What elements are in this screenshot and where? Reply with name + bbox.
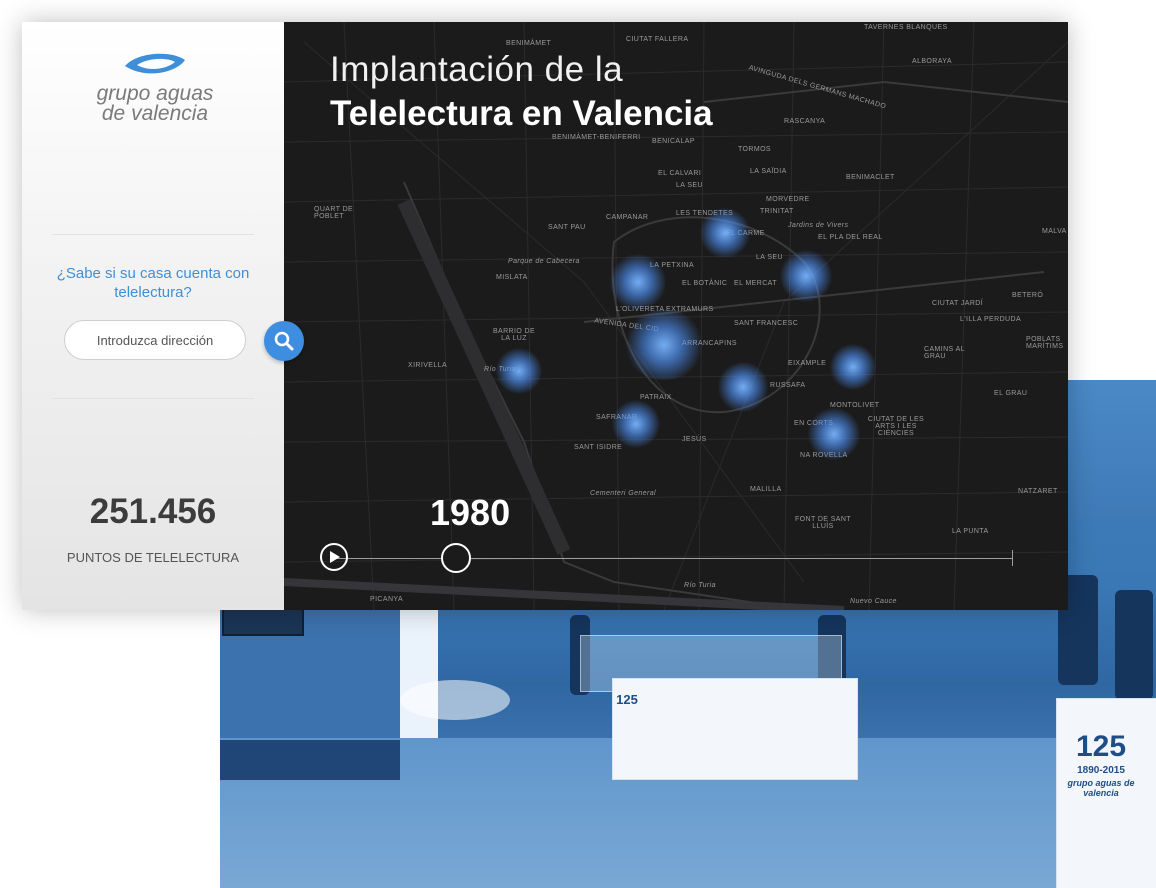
map-label: EIXAMPLE <box>788 360 827 367</box>
map-label: CAMPANAR <box>606 214 649 221</box>
city-map[interactable]: BENIMÀMET TAVERNES BLANQUES CIUTAT FALLE… <box>284 22 1068 610</box>
map-label: ALBORAYA <box>912 58 952 65</box>
map-label: LA PUNTA <box>952 528 989 535</box>
map-label: Nuevo Cauce <box>850 598 897 605</box>
meter-hotspot <box>624 310 704 380</box>
map-label: NATZARET <box>1018 488 1058 495</box>
map-title-line2: Telelectura en Valencia <box>330 94 713 133</box>
address-question: ¿Sabe si su casa cuenta con telelectura? <box>56 265 250 301</box>
meter-hotspot <box>612 400 660 448</box>
map-label: SANT FRANCESC <box>734 320 799 327</box>
map-label: BARRIO DE LA LUZ <box>492 328 536 342</box>
map-label: RUSSAFA <box>770 382 806 389</box>
meter-hotspot <box>808 408 860 460</box>
meter-hotspot <box>830 344 876 390</box>
sidebar: grupo aguas de valencia ¿Sabe si su casa… <box>22 22 284 610</box>
photo-badge-small: 125 <box>616 692 638 707</box>
logo-line2: de valencia <box>101 102 209 125</box>
map-label: SANT ISIDRE <box>574 444 623 451</box>
map-label: TORMOS <box>738 146 771 153</box>
map-label: CIUTAT FALLERA <box>626 36 689 43</box>
map-label: FONT DE SANT LLUÍS <box>794 516 851 530</box>
map-label: Río Turia <box>684 582 716 589</box>
photo-display-case <box>612 678 858 780</box>
map-label: Cementeri General <box>590 490 656 497</box>
telelectura-count: 251.456 <box>89 492 217 531</box>
timeline-track[interactable] <box>334 558 1012 559</box>
map-label: BETERÓ <box>1012 292 1044 299</box>
map-label: L'ILLA PERDUDA <box>960 316 1022 323</box>
search-button[interactable] <box>264 321 304 361</box>
divider <box>52 398 254 399</box>
map-label: TAVERNES BLANQUES <box>864 24 948 31</box>
divider <box>52 234 254 235</box>
map-label: SANT PAU <box>548 224 586 231</box>
map-label: PICANYA <box>370 596 404 603</box>
map-label: TRINITAT <box>760 208 794 215</box>
map-label: MALILLA <box>750 486 782 493</box>
meter-hotspot <box>496 348 542 394</box>
photo-badge-number: 125 <box>1075 730 1127 763</box>
map-label: Jardins de Vivers <box>788 222 849 229</box>
map-label: LA SEU <box>756 254 783 261</box>
map-label: XIRIVELLA <box>408 362 448 369</box>
map-label: MALVA <box>1042 228 1067 235</box>
map-label: EL PLA DEL REAL <box>818 234 883 241</box>
play-button[interactable] <box>320 543 348 571</box>
photo-badge-brand: grupo aguas de valencia <box>1067 778 1135 798</box>
map-label: PATRAIX <box>640 394 672 401</box>
map-label: MORVEDRE <box>766 196 810 203</box>
meter-hotspot <box>700 208 750 258</box>
map-label: BENIMACLET <box>846 174 895 181</box>
map-label: CAMINS AL GRAU <box>924 346 965 360</box>
telelectura-card: grupo aguas de valencia ¿Sabe si su casa… <box>22 22 1068 610</box>
map-label: EL GRAU <box>994 390 1028 397</box>
map-label: MISLATA <box>496 274 528 281</box>
meter-hotspot <box>610 254 666 310</box>
map-label: Parque de Cabecera <box>508 258 580 265</box>
water-drop-icon <box>125 53 185 74</box>
brand-logo: grupo aguas de valencia <box>80 50 230 124</box>
timeline-year: 1980 <box>430 492 511 533</box>
timeline-handle[interactable] <box>441 543 472 573</box>
map-label: CIUTAT DE LES ARTS I LES CIÈNCIES <box>867 416 925 437</box>
photo-badge-years: 1890-2015 <box>1077 765 1125 776</box>
map-label: POBLATS MARÍTIMS <box>1026 336 1064 350</box>
meter-hotspot <box>780 250 832 302</box>
map-title-line1: Implantación de la <box>330 50 624 89</box>
map-label: BENIMÀMET-BENIFERRI <box>552 134 641 141</box>
map-label: CIUTAT JARDÍ <box>932 300 984 307</box>
address-search-input[interactable] <box>64 320 246 360</box>
map-label: LA SAÏDIA <box>750 168 787 175</box>
play-icon <box>330 551 340 563</box>
timeline-end-marker <box>1012 550 1013 566</box>
logo-line1: grupo aguas <box>96 82 214 105</box>
map-label: BENIMÀMET <box>506 40 552 47</box>
meter-hotspot <box>718 362 768 412</box>
map-label: RASCANYA <box>784 118 826 125</box>
map-label: LA SEU <box>676 182 703 189</box>
telelectura-count-label: PUNTOS DE TELELECTURA <box>66 550 240 565</box>
photo-person <box>1115 590 1153 700</box>
map-label: EL BOTÀNIC <box>682 280 728 287</box>
map-label: QUART DE POBLET <box>314 206 354 220</box>
map-label: BENICALAP <box>652 138 695 145</box>
map-label: JESÚS <box>682 436 707 443</box>
map-label: EL CALVARI <box>658 170 702 177</box>
search-icon <box>274 331 294 351</box>
map-label: EL MERCAT <box>734 280 777 287</box>
photo-screen <box>222 608 304 636</box>
photo-bench <box>220 740 400 780</box>
photo-light-spot <box>400 680 510 720</box>
